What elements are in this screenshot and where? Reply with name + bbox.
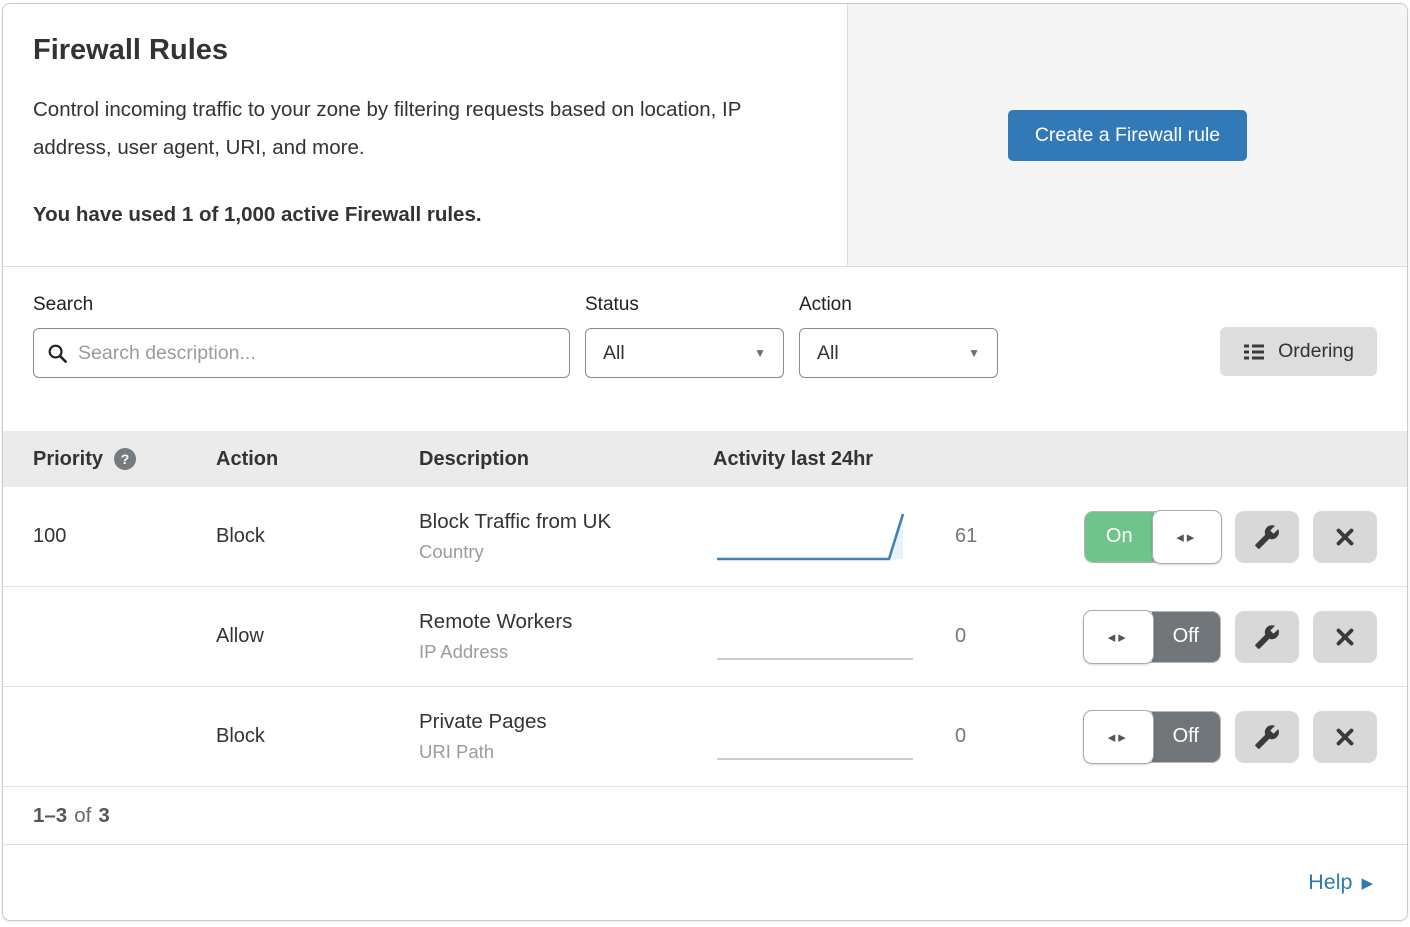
search-icon — [47, 343, 68, 364]
usage-note: You have used 1 of 1,000 active Firewall… — [33, 203, 817, 227]
status-selected-value: All — [603, 342, 625, 365]
table-row: Allow Remote Workers IP Address 0 ◂▸ Off — [3, 587, 1407, 687]
list-ordering-icon — [1243, 341, 1265, 363]
edit-rule-button[interactable] — [1235, 711, 1299, 763]
page-description: Control incoming traffic to your zone by… — [33, 91, 803, 167]
activity-sparkline — [713, 705, 925, 769]
ordering-button-label: Ordering — [1278, 340, 1354, 363]
rule-enabled-toggle[interactable]: ◂▸ Off — [1084, 611, 1221, 663]
page-title: Firewall Rules — [33, 34, 817, 67]
filter-bar: Search Status All ▼ Action All ▼ — [3, 267, 1407, 431]
edit-rule-button[interactable] — [1235, 611, 1299, 663]
rule-controls: On ◂▸ — [1084, 511, 1377, 563]
action-select[interactable]: All ▼ — [799, 328, 998, 378]
pagination-range: 1–3 — [33, 804, 67, 828]
toggle-state-label: Off — [1152, 612, 1221, 662]
edit-rule-button[interactable] — [1235, 511, 1299, 563]
toggle-state-label: Off — [1152, 712, 1221, 762]
action-label: Action — [799, 294, 998, 316]
toggle-state-label: On — [1085, 512, 1154, 562]
search-group: Search — [33, 294, 570, 378]
pagination-total: 3 — [98, 804, 109, 828]
toggle-knob: ◂▸ — [1083, 610, 1154, 664]
pagination-bar: 1–3 of 3 — [3, 787, 1407, 845]
activity-sparkline — [713, 605, 925, 669]
rule-enabled-toggle[interactable]: On ◂▸ — [1084, 511, 1221, 563]
rule-title: Block Traffic from UK — [419, 510, 713, 534]
search-box[interactable] — [33, 328, 570, 378]
table-row: Block Private Pages URI Path 0 ◂▸ Off — [3, 687, 1407, 787]
activity-count: 0 — [925, 725, 1084, 748]
status-filter-group: Status All ▼ — [585, 294, 784, 378]
action-filter-group: Action All ▼ — [799, 294, 998, 378]
create-firewall-rule-button[interactable]: Create a Firewall rule — [1008, 110, 1247, 161]
priority-help-icon[interactable]: ? — [114, 448, 136, 470]
close-icon — [1333, 525, 1357, 549]
toggle-knob: ◂▸ — [1083, 710, 1154, 764]
priority-header-label: Priority — [33, 448, 103, 471]
chevron-down-icon: ▼ — [968, 346, 980, 360]
table-header: Priority ? Action Description Activity l… — [3, 431, 1407, 487]
activity-count: 0 — [925, 625, 1084, 648]
table-row: 100 Block Block Traffic from UK Country … — [3, 487, 1407, 587]
status-select[interactable]: All ▼ — [585, 328, 784, 378]
rule-match-type: Country — [419, 541, 713, 563]
rule-action: Block — [216, 525, 419, 548]
wrench-icon — [1254, 624, 1280, 650]
header-text-panel: Firewall Rules Control incoming traffic … — [3, 4, 848, 266]
rule-action: Block — [216, 725, 419, 748]
rule-description: Remote Workers IP Address — [419, 610, 713, 663]
status-label: Status — [585, 294, 784, 316]
close-icon — [1333, 725, 1357, 749]
pagination-of: of — [74, 804, 91, 828]
action-selected-value: All — [817, 342, 839, 365]
rule-controls: ◂▸ Off — [1084, 711, 1377, 763]
delete-rule-button[interactable] — [1313, 511, 1377, 563]
firewall-rules-card: Firewall Rules Control incoming traffic … — [2, 3, 1408, 921]
close-icon — [1333, 625, 1357, 649]
rule-description: Private Pages URI Path — [419, 710, 713, 763]
header-action-panel: Create a Firewall rule — [848, 4, 1407, 266]
delete-rule-button[interactable] — [1313, 611, 1377, 663]
ordering-button[interactable]: Ordering — [1220, 327, 1377, 376]
rule-match-type: IP Address — [419, 641, 713, 663]
activity-count: 61 — [925, 525, 1084, 548]
help-link-label: Help — [1308, 870, 1352, 895]
toggle-knob: ◂▸ — [1152, 510, 1223, 564]
rule-title: Remote Workers — [419, 610, 713, 634]
column-header-action: Action — [216, 448, 419, 471]
rule-title: Private Pages — [419, 710, 713, 734]
rule-controls: ◂▸ Off — [1084, 611, 1377, 663]
wrench-icon — [1254, 524, 1280, 550]
chevron-down-icon: ▼ — [754, 346, 766, 360]
rule-enabled-toggle[interactable]: ◂▸ Off — [1084, 711, 1221, 763]
activity-sparkline — [713, 505, 925, 569]
header-section: Firewall Rules Control incoming traffic … — [3, 4, 1407, 267]
search-input[interactable] — [78, 342, 556, 365]
rule-match-type: URI Path — [419, 741, 713, 763]
help-bar: Help ▶ — [3, 845, 1407, 920]
rule-action: Allow — [216, 625, 419, 648]
arrow-right-icon: ▶ — [1361, 874, 1373, 892]
help-link[interactable]: Help ▶ — [1308, 870, 1373, 895]
rule-description: Block Traffic from UK Country — [419, 510, 713, 563]
column-header-activity: Activity last 24hr — [713, 448, 1377, 471]
column-header-priority: Priority ? — [33, 448, 216, 471]
search-label: Search — [33, 294, 570, 316]
delete-rule-button[interactable] — [1313, 711, 1377, 763]
wrench-icon — [1254, 724, 1280, 750]
rule-priority: 100 — [33, 525, 216, 548]
column-header-description: Description — [419, 448, 713, 471]
